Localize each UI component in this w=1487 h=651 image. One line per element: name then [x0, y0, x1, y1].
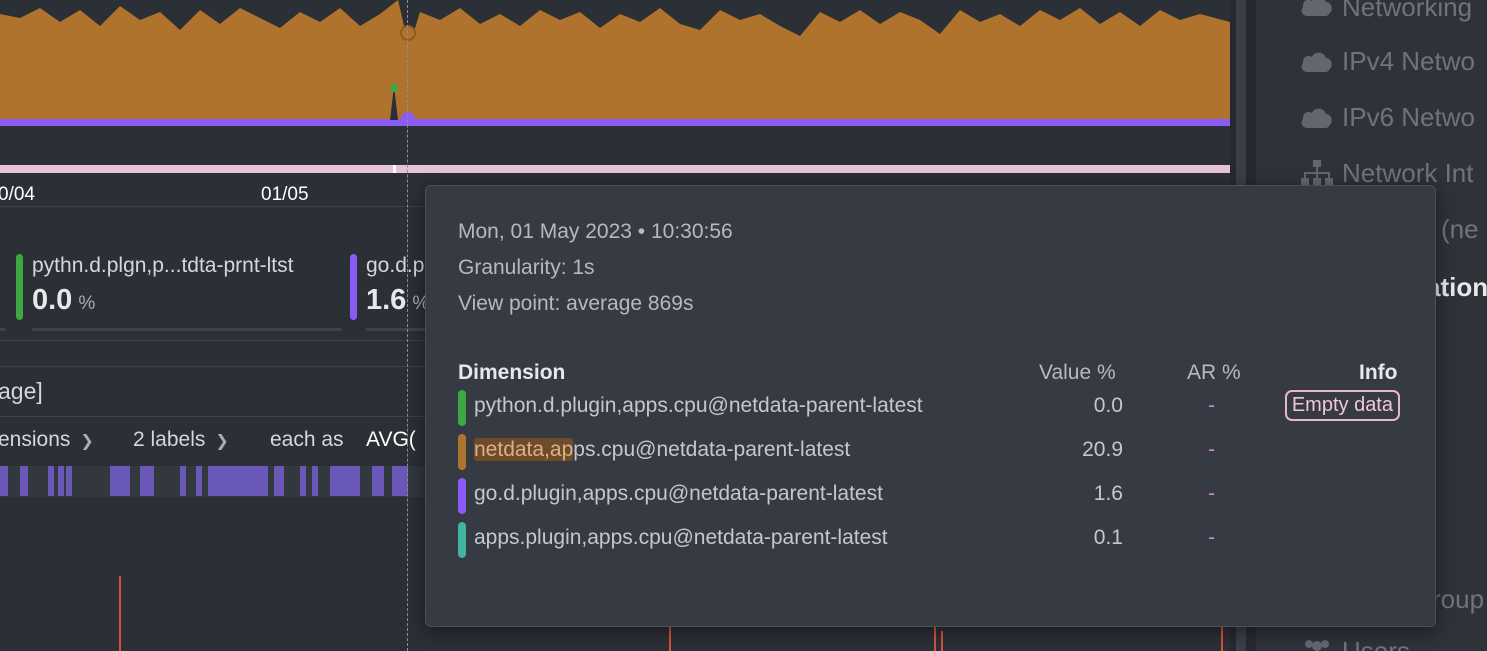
legend-item-progress: [32, 328, 342, 331]
legend-item-name: pythn.d.plgn,p...tdta-prnt-ltst: [32, 254, 294, 277]
tooltip-row: python.d.plugin,apps.cpu@netdata-parent-…: [458, 390, 1408, 426]
row-value: 20.9: [1082, 438, 1123, 461]
dimensions-dropdown[interactable]: ensions ❯: [0, 428, 94, 452]
tooltip-row: go.d.plugin,apps.cpu@netdata-parent-late…: [458, 478, 1408, 514]
labels-dropdown[interactable]: 2 labels ❯: [133, 428, 229, 452]
chevron-down-icon: ❯: [215, 433, 229, 450]
chevron-down-icon: ❯: [80, 433, 94, 450]
cursor-tick: [393, 165, 396, 173]
row-color-swatch: [458, 434, 466, 470]
row-dimension-name: apps.plugin,apps.cpu@netdata-parent-late…: [474, 526, 888, 549]
users-icon: [1305, 640, 1329, 651]
row-ar: -: [1208, 394, 1215, 417]
column-header-dimension: Dimension: [458, 361, 566, 384]
legend-color-swatch: [16, 254, 23, 320]
tooltip-datetime: Mon, 01 May 2023 • 10:30:56: [458, 220, 733, 243]
aggregation-dropdown[interactable]: AVG(: [366, 428, 416, 452]
green-spike-marker: [390, 84, 398, 92]
row-value: 0.1: [1093, 526, 1123, 549]
hover-cursor-line: [407, 0, 408, 651]
tooltip-granularity: Granularity: 1s: [458, 256, 595, 279]
cloud-icon: [1301, 52, 1332, 72]
empty-data-badge: Empty data: [1284, 390, 1400, 421]
row-value: 1.6: [1093, 482, 1123, 505]
chart-tooltip: Mon, 01 May 2023 • 10:30:56 Granularity:…: [425, 185, 1436, 627]
row-value: 0.0: [1093, 394, 1123, 417]
tooltip-view-point: View point: average 869s: [458, 292, 694, 315]
legend-item-value: 1.6%: [366, 284, 430, 316]
legend-item-name: go.d.p: [366, 254, 425, 277]
row-ar: -: [1208, 526, 1215, 549]
cloud-icon: [1301, 0, 1332, 16]
legend-item-progress: [0, 328, 6, 331]
row-color-swatch: [458, 522, 466, 558]
purple-hover-marker: [401, 112, 415, 126]
tooltip-row: apps.plugin,apps.cpu@netdata-parent-late…: [458, 522, 1408, 558]
row-color-swatch: [458, 478, 466, 514]
row-ar: -: [1208, 482, 1215, 505]
row-dimension-name: python.d.plugin,apps.cpu@netdata-parent-…: [474, 394, 923, 417]
cloud-icon: [1301, 108, 1332, 128]
aggregation-label: each as: [270, 428, 344, 451]
column-header-value: Value %: [1039, 361, 1116, 384]
pink-baseline: [0, 165, 1230, 173]
time-range-text: age]: [0, 378, 43, 404]
row-color-swatch: [458, 390, 466, 426]
x-tick-label: 0/04: [0, 184, 35, 205]
legend-color-swatch: [350, 254, 357, 320]
row-dimension-name: go.d.plugin,apps.cpu@netdata-parent-late…: [474, 482, 883, 505]
x-tick-label: 01/05: [261, 184, 309, 205]
column-header-info: Info: [1359, 361, 1398, 384]
legend-item-value: 0.0%: [32, 284, 96, 316]
orange-area-series: [0, 0, 1230, 126]
row-ar: -: [1208, 438, 1215, 461]
orange-hover-marker: [400, 25, 416, 41]
tooltip-row: netdata,apps.cpu@netdata-parent-latest 2…: [458, 434, 1408, 470]
purple-line-series: [0, 119, 1230, 126]
network-tree-icon: [1301, 160, 1333, 185]
row-dimension-name: netdata,apps.cpu@netdata-parent-latest: [474, 438, 851, 461]
row-name-highlight: netdata,ap: [474, 438, 574, 461]
stacked-area-chart[interactable]: [0, 0, 1230, 180]
column-header-ar: AR %: [1187, 361, 1241, 384]
